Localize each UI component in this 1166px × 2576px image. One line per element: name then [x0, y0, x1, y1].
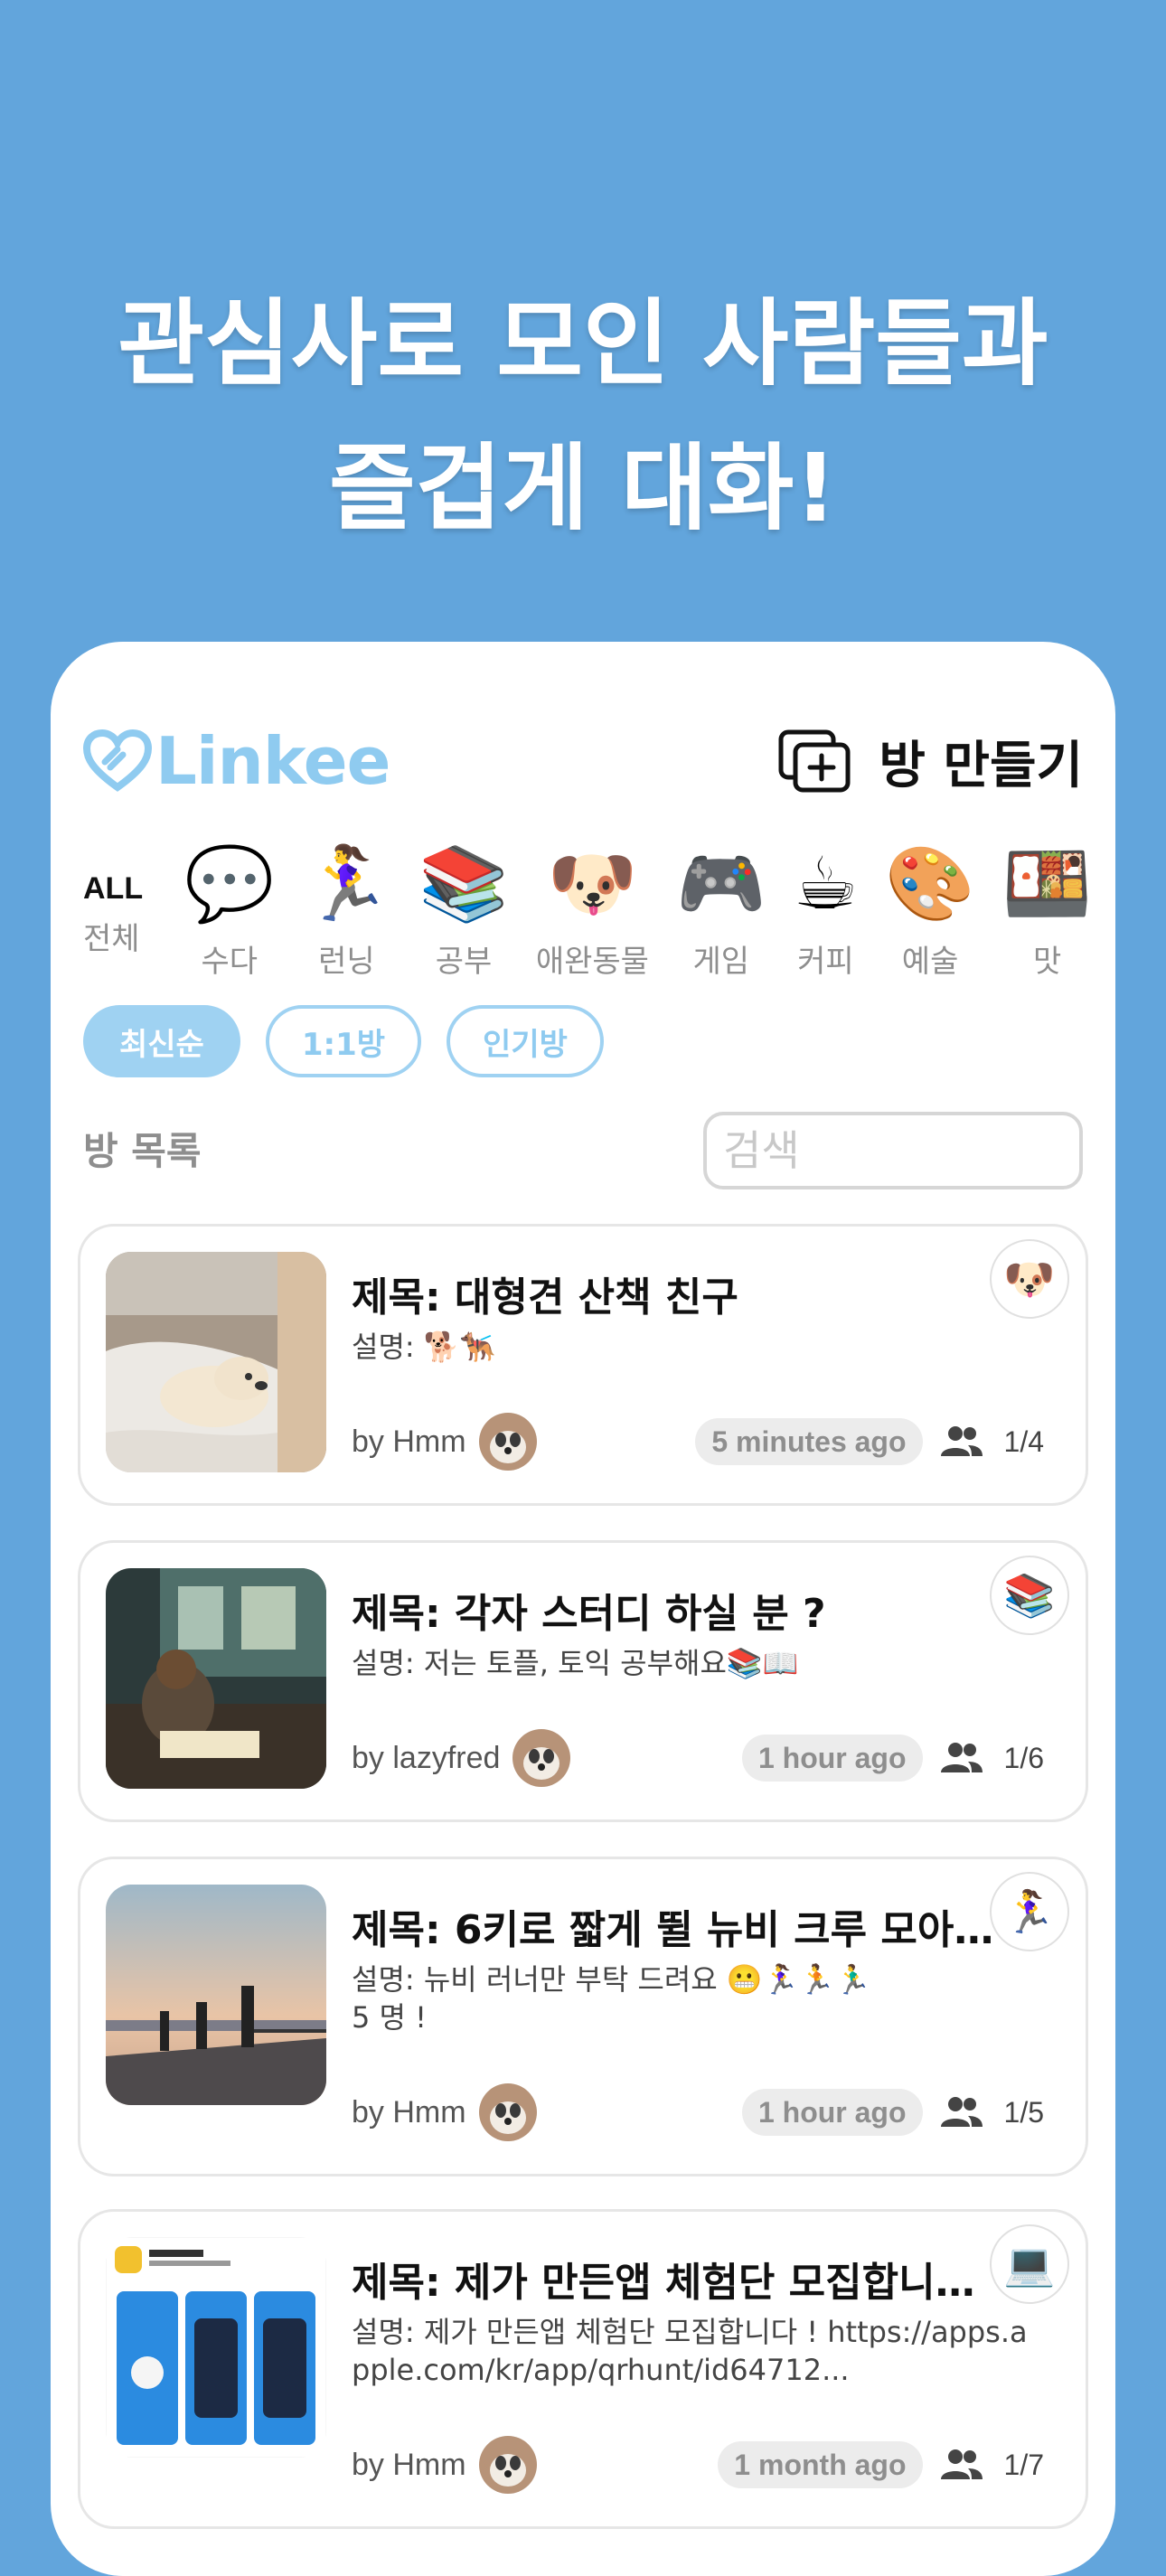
time-badge: 1 month ago	[718, 2441, 923, 2488]
room-description: 설명: 뉴비 러너만 부탁 드려요 😬🏃‍♀️🏃🏃‍♂️ 5 명 !	[352, 1962, 871, 2035]
filter-popular[interactable]: 인기방	[447, 1005, 604, 1077]
speech-bubble-icon: 💬	[184, 841, 275, 926]
member-count: 1/6	[1003, 1741, 1044, 1774]
avatar	[478, 2083, 537, 2141]
laptop-icon: 💻	[990, 2224, 1069, 2304]
category-pets[interactable]: 🐶 애완동물	[536, 839, 649, 983]
runner-icon: 🏃‍♀️	[990, 1872, 1069, 1951]
category-art[interactable]: 🎨 예술	[885, 839, 975, 983]
avatar	[478, 2436, 537, 2494]
logo: Linkee	[83, 723, 390, 799]
room-host: by Hmm	[352, 1413, 537, 1471]
category-food[interactable]: 🍱 맛	[1002, 839, 1093, 983]
hero-line-2: 즐겁게 대화!	[328, 433, 838, 543]
make-room-button[interactable]: 방 만들기	[777, 725, 1083, 797]
category-label: 공부	[435, 944, 493, 980]
hero-headline: 관심사로 모인 사람들과 즐겁게 대화!	[0, 271, 1166, 560]
category-label: 애완동물	[535, 944, 649, 980]
game-controller-icon: 🎮	[675, 841, 766, 926]
room-host-name: by Hmm	[352, 2094, 466, 2129]
time-badge: 1 hour ago	[741, 1735, 923, 1782]
avatar	[512, 1729, 571, 1787]
category-label: 맛	[1033, 944, 1062, 980]
room-title: 제목: 대형견 산책 친구	[352, 1274, 738, 1321]
dog-face-icon: 🐶	[547, 841, 638, 926]
filter-latest[interactable]: 최신순	[83, 1005, 240, 1077]
room-title: 제목: 각자 스터디 하실 분 ?	[352, 1591, 826, 1637]
room-host-name: by Hmm	[352, 2447, 466, 2482]
add-room-icon	[778, 729, 851, 793]
category-bar: ALL 전체 💬 수다 🏃‍♀️ 런닝 📚 공부 🐶 애완동물 🎮 게임 ☕ 커…	[83, 839, 1115, 983]
category-games[interactable]: 🎮 게임	[676, 839, 766, 983]
room-host-name: by lazyfred	[352, 1740, 501, 1775]
room-thumbnail	[106, 1568, 326, 1789]
room-meta: 1 hour ago 1/5	[741, 2087, 1044, 2138]
room-host: by Hmm	[352, 2436, 537, 2494]
category-all-top: ALL	[83, 871, 144, 906]
dog-face-icon: 🐶	[990, 1239, 1069, 1319]
category-running[interactable]: 🏃‍♀️ 런닝	[302, 839, 392, 983]
filter-one-on-one[interactable]: 1:1방	[265, 1005, 422, 1077]
avatar	[478, 1413, 537, 1471]
make-room-label: 방 만들기	[879, 736, 1083, 795]
people-icon	[940, 1743, 983, 1772]
room-meta: 1 month ago 1/7	[718, 2440, 1044, 2490]
books-icon: 📚	[418, 841, 509, 926]
sort-filters: 최신순 1:1방 인기방	[83, 1005, 629, 1077]
category-all-label: 전체	[83, 921, 140, 957]
room-list-title: 방 목록	[83, 1129, 202, 1173]
room-meta: 1 hour ago 1/6	[741, 1733, 1044, 1783]
room-meta: 5 minutes ago 1/4	[695, 1416, 1044, 1467]
room-thumbnail	[106, 2237, 326, 2458]
palette-icon: 🎨	[885, 841, 975, 926]
category-label: 수다	[201, 944, 259, 980]
runner-icon: 🏃‍♀️	[301, 841, 392, 926]
room-description: 설명: 제가 만든앱 체험단 모집합니다 ! https://apps.appl…	[352, 2315, 1028, 2387]
category-label: 게임	[692, 944, 750, 980]
member-count: 1/7	[1003, 2448, 1044, 2481]
coffee-icon: ☕	[793, 841, 859, 926]
room-title: 제목: 제가 만든앱 체험단 모집합니다 !	[352, 2260, 1002, 2306]
people-icon	[940, 1426, 983, 1456]
logo-text: Linkee	[155, 723, 390, 799]
time-badge: 5 minutes ago	[695, 1418, 923, 1465]
category-all[interactable]: ALL 전체	[83, 839, 146, 983]
category-label: 커피	[797, 944, 854, 980]
people-icon	[940, 2097, 983, 2127]
room-description: 설명: 저는 토플, 토익 공부해요📚📖	[352, 1646, 799, 1680]
room-card[interactable]: 제목: 6키로 짧게 뛸 뉴비 크루 모아봅니다 설명: 뉴비 러너만 부탁 드…	[78, 1857, 1088, 2176]
time-badge: 1 hour ago	[741, 2089, 923, 2136]
heart-link-icon	[83, 729, 152, 792]
member-count: 1/4	[1003, 1424, 1044, 1458]
books-icon: 📚	[990, 1556, 1069, 1635]
room-thumbnail	[106, 1252, 326, 1472]
room-card[interactable]: 제목: 제가 만든앱 체험단 모집합니다 ! 설명: 제가 만든앱 체험단 모집…	[78, 2209, 1088, 2529]
category-chat[interactable]: 💬 수다	[184, 839, 275, 983]
room-thumbnail	[106, 1885, 326, 2105]
room-host: by Hmm	[352, 2083, 537, 2141]
room-host-name: by Hmm	[352, 1424, 466, 1459]
room-title: 제목: 6키로 짧게 뛸 뉴비 크루 모아봅니다	[352, 1907, 1002, 1953]
hero-line-1: 관심사로 모인 사람들과	[118, 288, 1048, 399]
category-coffee[interactable]: ☕ 커피	[794, 839, 859, 983]
room-card[interactable]: 제목: 대형견 산책 친구 설명: 🐕🐕‍🦺 🐶 by Hmm 5 minute…	[78, 1224, 1088, 1506]
room-description: 설명: 🐕🐕‍🦺	[352, 1330, 496, 1364]
category-study[interactable]: 📚 공부	[418, 839, 509, 983]
search-input[interactable]	[703, 1112, 1083, 1189]
category-label: 예술	[901, 944, 959, 980]
people-icon	[940, 2449, 983, 2479]
app-screen: Linkee 방 만들기 ALL 전체 💬 수다 🏃‍♀️ 런닝 📚 공부 🐶	[51, 642, 1115, 2576]
room-host: by lazyfred	[352, 1729, 571, 1787]
category-label: 런닝	[318, 944, 375, 980]
member-count: 1/5	[1003, 2095, 1044, 2129]
bento-icon: 🍱	[1001, 841, 1093, 926]
room-card[interactable]: 제목: 각자 스터디 하실 분 ? 설명: 저는 토플, 토익 공부해요📚📖 📚…	[78, 1540, 1088, 1822]
